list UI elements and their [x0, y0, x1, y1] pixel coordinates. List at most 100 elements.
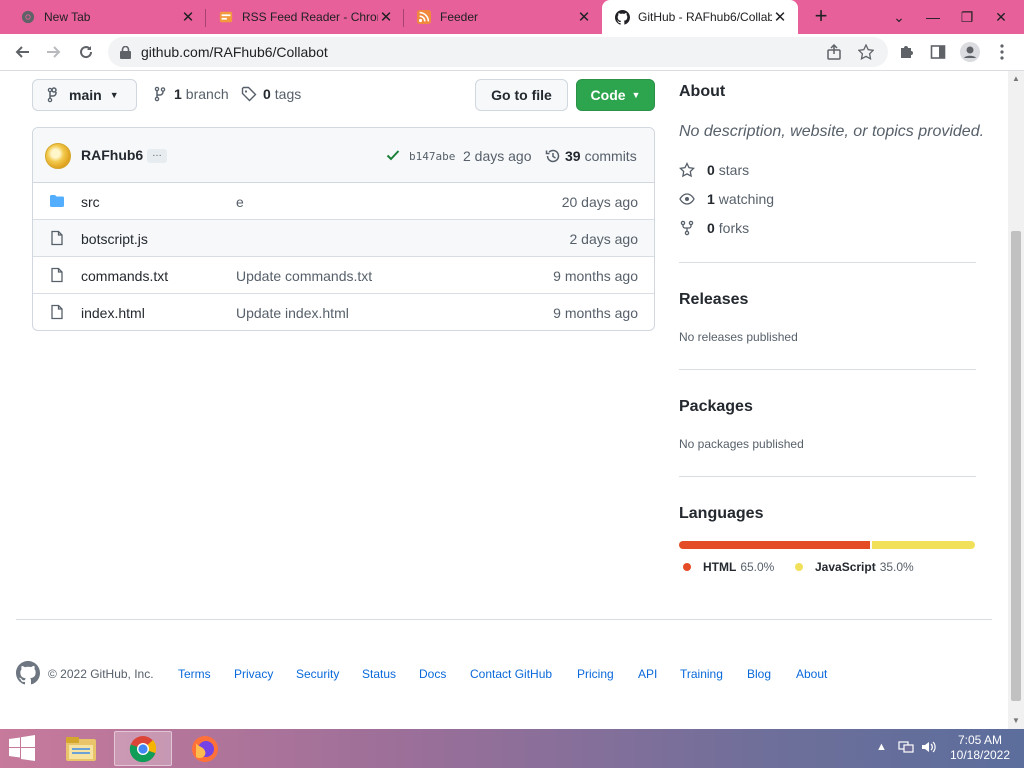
restore-button[interactable]: ❐ — [950, 0, 984, 34]
footer-link-security[interactable]: Security — [296, 667, 339, 681]
file-name[interactable]: commands.txt — [81, 268, 168, 284]
close-icon[interactable]: ✕ — [378, 9, 394, 26]
forks-link[interactable]: 0 forks — [679, 220, 749, 236]
file-commit-message[interactable]: e — [236, 194, 244, 210]
footer-link-docs[interactable]: Docs — [419, 667, 446, 681]
lock-icon[interactable] — [120, 45, 131, 59]
branch-count: 1 — [174, 86, 182, 102]
system-clock[interactable]: 7:05 AM 10/18/2022 — [945, 733, 1015, 763]
tab-feeder[interactable]: Feeder ✕ — [404, 0, 602, 34]
releases-heading[interactable]: Releases — [679, 291, 976, 309]
table-row[interactable]: index.html Update index.html 9 months ag… — [33, 294, 654, 330]
divider — [679, 262, 976, 263]
scroll-up-arrow-icon[interactable]: ▲ — [1008, 71, 1024, 87]
check-icon[interactable] — [385, 147, 401, 168]
firefox-taskbar-icon[interactable] — [176, 731, 234, 766]
tab-new-tab[interactable]: New Tab ✕ — [0, 0, 206, 34]
address-bar[interactable]: github.com/RAFhub6/Collabot — [108, 37, 888, 67]
back-button[interactable] — [10, 40, 34, 64]
file-name[interactable]: src — [81, 194, 100, 210]
branches-link[interactable]: 1 branch — [152, 86, 229, 102]
close-icon[interactable]: ✕ — [576, 9, 592, 26]
code-button[interactable]: Code ▼ — [576, 79, 655, 111]
windows-taskbar: ▲ 7:05 AM 10/18/2022 — [0, 729, 1024, 768]
stars-link[interactable]: 0 stars — [679, 162, 749, 178]
commits-link[interactable]: 39 commits — [545, 148, 637, 164]
github-logo-icon[interactable] — [16, 661, 40, 690]
file-commit-message[interactable]: Update index.html — [236, 305, 349, 321]
tab-github-collabot[interactable]: GitHub - RAFhub6/Collabot ✕ — [602, 0, 798, 34]
avatar[interactable] — [45, 143, 71, 169]
file-name[interactable]: index.html — [81, 305, 145, 321]
language-name: JavaScript — [815, 560, 876, 574]
chevron-down-icon[interactable]: ⌄ — [882, 0, 916, 34]
scrollbar-thumb[interactable] — [1011, 231, 1021, 701]
commit-message-expander[interactable]: … — [147, 149, 167, 163]
footer-link-contact[interactable]: Contact GitHub — [470, 667, 552, 681]
footer-link-blog[interactable]: Blog — [747, 667, 771, 681]
branch-select-button[interactable]: main ▼ — [32, 79, 137, 111]
chrome-taskbar-icon[interactable] — [114, 731, 172, 766]
tags-link[interactable]: 0 tags — [241, 86, 301, 102]
stars-label: stars — [718, 162, 750, 178]
close-icon[interactable]: ✕ — [180, 9, 196, 26]
browser-toolbar: github.com/RAFhub6/Collabot — [0, 34, 1024, 71]
language-bar-segment-html — [679, 541, 871, 549]
commit-age: 2 days ago — [463, 148, 532, 164]
minimize-button[interactable]: — — [916, 0, 950, 34]
footer-link-pricing[interactable]: Pricing — [577, 667, 614, 681]
file-commit-message[interactable]: Update commands.txt — [236, 268, 372, 284]
page-scrollbar[interactable]: ▲ ▼ — [1008, 71, 1024, 729]
close-icon[interactable]: ✕ — [772, 9, 788, 26]
tag-icon — [241, 86, 257, 102]
footer-link-about[interactable]: About — [796, 667, 827, 681]
language-bar — [679, 541, 975, 549]
side-panel-icon[interactable] — [926, 40, 950, 64]
menu-kebab-icon[interactable] — [990, 40, 1014, 64]
file-icon — [49, 267, 65, 283]
profile-avatar-icon[interactable] — [958, 40, 982, 64]
watchers-link[interactable]: 1 watching — [679, 191, 774, 207]
back-arrow-icon — [15, 46, 29, 58]
commit-sha[interactable]: b147abe — [409, 150, 455, 163]
commit-author[interactable]: RAFhub6 — [81, 147, 143, 163]
footer-link-api[interactable]: API — [638, 667, 657, 681]
file-name[interactable]: botscript.js — [81, 231, 148, 247]
network-icon[interactable] — [898, 740, 914, 757]
extensions-puzzle-icon[interactable] — [894, 40, 918, 64]
footer-link-status[interactable]: Status — [362, 667, 396, 681]
bookmark-star-icon[interactable] — [854, 40, 878, 64]
code-button-label: Code — [590, 87, 626, 103]
file-age: 20 days ago — [561, 194, 638, 210]
watching-label: watching — [718, 191, 775, 207]
tray-expand-icon[interactable]: ▲ — [876, 741, 887, 753]
language-percent: 65.0% — [740, 560, 775, 574]
language-javascript[interactable]: JavaScript 35.0% — [795, 560, 914, 574]
share-icon[interactable] — [822, 40, 846, 64]
tab-rss-feed-reader[interactable]: RSS Feed Reader - Chrome ✕ — [206, 0, 404, 34]
languages-heading-wrap: Languages — [679, 505, 976, 523]
file-explorer-icon[interactable] — [52, 731, 110, 766]
scroll-down-arrow-icon[interactable]: ▼ — [1008, 713, 1024, 729]
new-tab-button[interactable]: + — [808, 4, 834, 30]
footer-link-privacy[interactable]: Privacy — [234, 667, 273, 681]
windows-start-icon[interactable] — [8, 735, 40, 763]
language-html[interactable]: HTML 65.0% — [683, 560, 774, 574]
packages-heading[interactable]: Packages — [679, 398, 976, 416]
table-row[interactable]: commands.txt Update commands.txt 9 month… — [33, 257, 654, 294]
volume-icon[interactable] — [921, 740, 937, 757]
footer-link-training[interactable]: Training — [680, 667, 723, 681]
footer-link-terms[interactable]: Terms — [178, 667, 211, 681]
forward-button[interactable] — [42, 40, 66, 64]
caret-down-icon: ▼ — [109, 90, 119, 100]
reload-button[interactable] — [74, 40, 98, 64]
reload-icon — [80, 46, 93, 59]
table-row[interactable]: src e 20 days ago — [33, 183, 654, 220]
table-row[interactable]: botscript.js 2 days ago — [33, 220, 654, 257]
commit-count-label: commits — [584, 148, 637, 164]
git-branch-icon — [154, 86, 166, 102]
packages-note: No packages published — [679, 437, 804, 451]
window-close-button[interactable]: ✕ — [984, 0, 1018, 34]
go-to-file-button[interactable]: Go to file — [475, 79, 568, 111]
watching-count: 1 — [707, 191, 715, 207]
